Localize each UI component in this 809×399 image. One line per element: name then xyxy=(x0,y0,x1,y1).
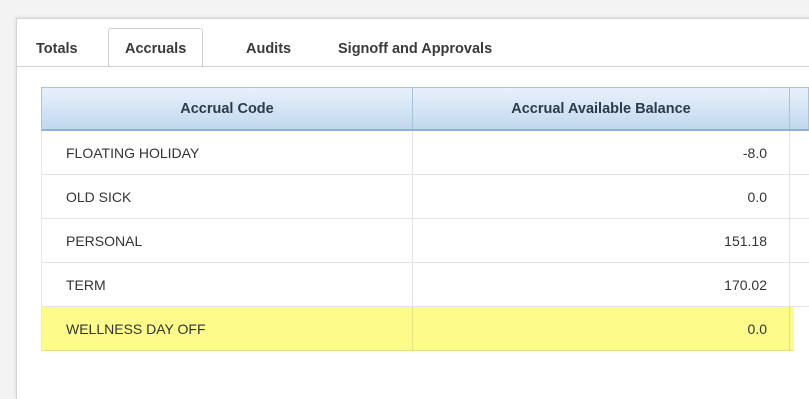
accrual-code-cell: FLOATING HOLIDAY xyxy=(42,131,413,174)
accrual-code-cell: OLD SICK xyxy=(42,175,413,218)
accrual-code-cell: TERM xyxy=(42,263,413,306)
table-row[interactable]: FLOATING HOLIDAY -8.0 xyxy=(41,131,809,175)
accrual-balance-cell: 151.18 xyxy=(413,219,790,262)
accruals-table: Accrual Code Accrual Available Balance F… xyxy=(41,87,809,351)
accrual-balance-cell: -8.0 xyxy=(413,131,790,174)
table-row[interactable]: PERSONAL 151.18 xyxy=(41,219,809,263)
tab-accruals[interactable]: Accruals xyxy=(108,28,204,66)
column-header-accrual-available-balance[interactable]: Accrual Available Balance xyxy=(413,88,790,129)
accrual-balance-cell: 0.0 xyxy=(413,175,790,218)
accrual-code-cell: WELLNESS DAY OFF xyxy=(42,307,413,350)
table-row[interactable]: OLD SICK 0.0 xyxy=(41,175,809,219)
tab-totals[interactable]: Totals xyxy=(36,32,78,66)
column-header-extra xyxy=(790,88,808,129)
accrual-balance-cell: 0.0 xyxy=(413,307,790,350)
accrual-balance-cell: 170.02 xyxy=(413,263,790,306)
column-header-accrual-code[interactable]: Accrual Code xyxy=(42,88,413,129)
table-header: Accrual Code Accrual Available Balance xyxy=(41,87,809,131)
accrual-code-cell: PERSONAL xyxy=(42,219,413,262)
table-row-highlighted[interactable]: WELLNESS DAY OFF 0.0 xyxy=(41,307,794,351)
tab-bar: Totals Accruals Audits Signoff and Appro… xyxy=(16,28,616,66)
tab-divider xyxy=(16,66,809,67)
tab-audits[interactable]: Audits xyxy=(246,32,291,66)
table-row[interactable]: TERM 170.02 xyxy=(41,263,809,307)
tab-signoff-and-approvals[interactable]: Signoff and Approvals xyxy=(338,32,492,66)
